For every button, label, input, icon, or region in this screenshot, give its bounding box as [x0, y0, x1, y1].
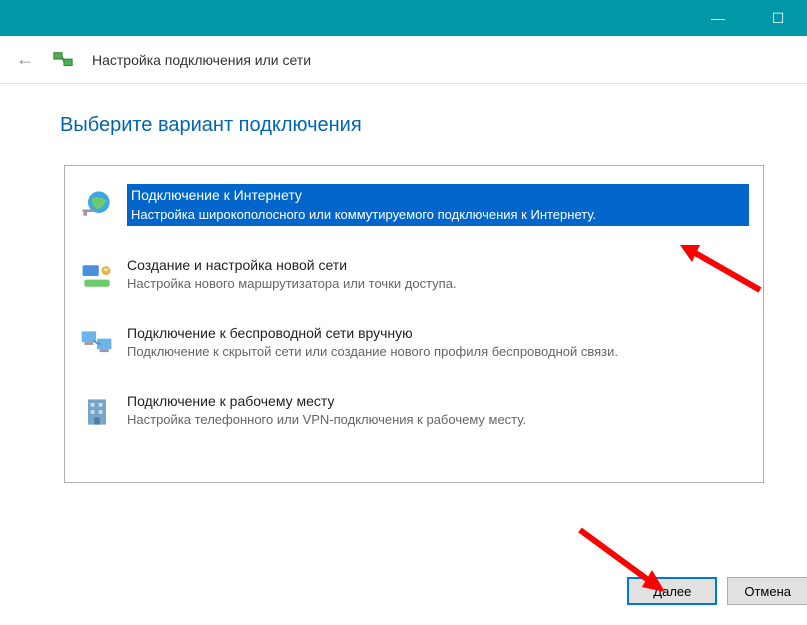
option-title: Подключение к рабочему месту: [127, 392, 749, 412]
back-arrow-icon[interactable]: ←: [16, 49, 34, 70]
option-workplace[interactable]: Подключение к рабочему месту Настройка т…: [65, 384, 763, 438]
window-title: Настройка подключения или сети: [92, 52, 311, 68]
option-desc: Настройка широкополосного или коммутируе…: [131, 206, 745, 224]
option-wireless-manual[interactable]: Подключение к беспроводной сети вручную …: [65, 316, 763, 370]
building-icon: [79, 394, 115, 430]
minimize-button[interactable]: —: [703, 10, 733, 26]
option-title: Подключение к беспроводной сети вручную: [127, 324, 749, 344]
titlebar: — ☐: [0, 0, 807, 36]
option-desc: Подключение к скрытой сети или создание …: [127, 343, 749, 361]
connection-options-list: Подключение к Интернету Настройка широко…: [64, 165, 764, 483]
globe-icon: [79, 186, 115, 222]
option-title: Подключение к Интернету: [131, 186, 745, 206]
network-wizard-icon: [52, 49, 74, 71]
computers-network-icon: [79, 326, 115, 362]
option-new-network[interactable]: Создание и настройка новой сети Настройк…: [65, 248, 763, 302]
wizard-header: ← Настройка подключения или сети: [0, 36, 807, 84]
wizard-buttons: Далее Отмена: [627, 577, 807, 605]
option-title: Создание и настройка новой сети: [127, 256, 749, 276]
maximize-button[interactable]: ☐: [763, 10, 793, 27]
option-connect-internet[interactable]: Подключение к Интернету Настройка широко…: [65, 176, 763, 234]
page-heading: Выберите вариант подключения: [60, 114, 747, 137]
next-button[interactable]: Далее: [627, 577, 717, 605]
cancel-button[interactable]: Отмена: [727, 577, 807, 605]
option-desc: Настройка нового маршрутизатора или точк…: [127, 275, 749, 293]
router-setup-icon: [79, 258, 115, 294]
option-desc: Настройка телефонного или VPN-подключени…: [127, 411, 749, 429]
